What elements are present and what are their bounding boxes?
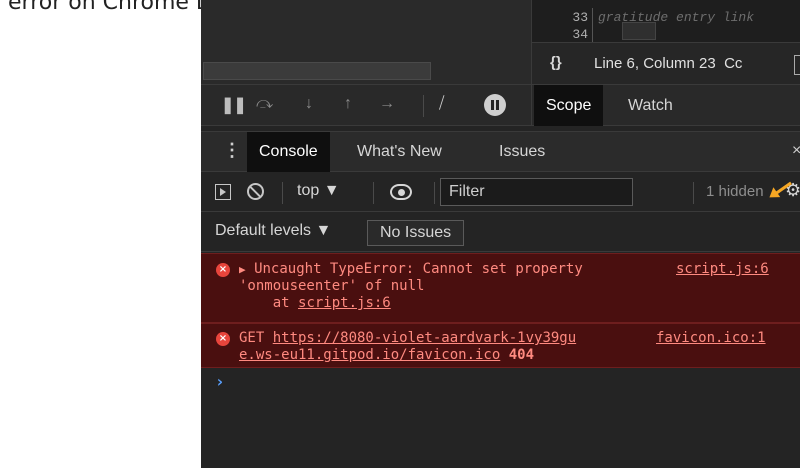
- tab-issues[interactable]: Issues: [487, 132, 557, 172]
- error-text: GET https://8080-violet-aardvark-1vy39gu…: [239, 330, 576, 364]
- stack-link[interactable]: script.js:6: [298, 295, 391, 311]
- pause-icon[interactable]: ❚❚: [221, 95, 247, 115]
- drawer-tabbar: ⋮ Console What's New Issues ×: [201, 132, 800, 172]
- pretty-print-icon[interactable]: {}: [550, 54, 562, 71]
- tab-scope[interactable]: Scope: [534, 85, 604, 126]
- live-expression-eye-icon[interactable]: [390, 184, 412, 200]
- code-highlight-box: [622, 22, 656, 40]
- step-over-icon[interactable]: ⤼: [256, 95, 273, 113]
- line-number: 34: [572, 27, 588, 39]
- console-prompt[interactable]: ›: [215, 372, 225, 391]
- step-into-icon[interactable]: ↓: [305, 95, 313, 113]
- tab-console[interactable]: Console: [247, 132, 330, 172]
- toolbar-divider: [693, 182, 694, 204]
- clear-console-icon[interactable]: [247, 183, 264, 200]
- coverage-label: Cc: [724, 55, 743, 72]
- error-icon: ×: [216, 332, 230, 346]
- levels-toolbar: Default levels ▼ No Issues: [201, 212, 800, 252]
- tab-whats-new[interactable]: What's New: [345, 132, 454, 172]
- sidebar-tabs: Scope Watch: [531, 85, 800, 126]
- error-line-2: 'onmouseenter' of null: [239, 278, 425, 294]
- request-url-part-1[interactable]: https://8080-violet-aardvark-1vy39gu: [273, 330, 576, 346]
- toolbar-divider: [282, 182, 283, 204]
- filter-input[interactable]: [440, 178, 633, 206]
- expand-triangle-icon[interactable]: ▶: [239, 263, 246, 276]
- pause-on-exceptions-icon[interactable]: [484, 94, 506, 116]
- console-error-message: × GET https://8080-violet-aardvark-1vy39…: [201, 323, 800, 368]
- stack-at-prefix: at: [272, 295, 299, 311]
- source-link[interactable]: script.js:6: [676, 261, 769, 277]
- error-text: ▶ Uncaught TypeError: Cannot set propert…: [239, 261, 583, 312]
- debugger-toolbar: ❚❚ ⤼ ↓ ↑ → ⧸ Scope Watch: [201, 84, 800, 126]
- step-icon[interactable]: →: [379, 95, 395, 113]
- line-number: 33: [572, 10, 588, 25]
- issues-button[interactable]: No Issues: [367, 220, 465, 246]
- status-code: 404: [508, 347, 535, 363]
- deactivate-breakpoints-icon[interactable]: ⧸: [439, 95, 444, 113]
- hidden-messages-count: 1 hidden: [706, 183, 764, 200]
- coverage-toggle-icon[interactable]: [794, 55, 800, 75]
- close-icon[interactable]: ×: [792, 142, 800, 160]
- console-error-message: × ▶ Uncaught TypeError: Cannot set prope…: [201, 253, 800, 323]
- log-levels-dropdown[interactable]: Default levels ▼: [215, 222, 331, 240]
- code-view[interactable]: 33 34 gratitude entry link: [532, 0, 800, 42]
- request-url-part-2[interactable]: e.ws-eu11.gitpod.io/favicon.ico: [239, 347, 500, 363]
- error-icon: ×: [216, 263, 230, 277]
- context-selector[interactable]: top ▼: [297, 182, 340, 200]
- more-tools-icon[interactable]: ⋮: [223, 140, 241, 161]
- editor-pane: 33 34 gratitude entry link {} Line 6, Co…: [531, 0, 800, 84]
- horizontal-scrollbar[interactable]: [203, 62, 431, 80]
- show-sidebar-icon[interactable]: [215, 184, 231, 200]
- toolbar-divider: [434, 182, 435, 204]
- error-line-1: Uncaught TypeError: Cannot set property: [254, 261, 583, 277]
- cursor-position-text: Line 6, Column 23: [594, 55, 716, 72]
- devtools-panel: 33 34 gratitude entry link {} Line 6, Co…: [201, 0, 800, 468]
- gutter-divider: [592, 8, 593, 42]
- toolbar-divider: [373, 182, 374, 204]
- navigator-pane: [201, 0, 531, 84]
- source-link[interactable]: favicon.ico:1: [656, 330, 766, 346]
- tab-watch[interactable]: Watch: [616, 85, 685, 126]
- toolbar-divider: [423, 95, 424, 117]
- cursor-position: Line 6, Column 23 Cc: [594, 55, 742, 72]
- step-out-icon[interactable]: ↑: [344, 95, 352, 113]
- console-toolbar: top ▼ 1 hidden ⚙: [201, 172, 800, 212]
- editor-statusbar: {} Line 6, Column 23 Cc: [532, 42, 800, 84]
- request-method: GET: [239, 330, 273, 346]
